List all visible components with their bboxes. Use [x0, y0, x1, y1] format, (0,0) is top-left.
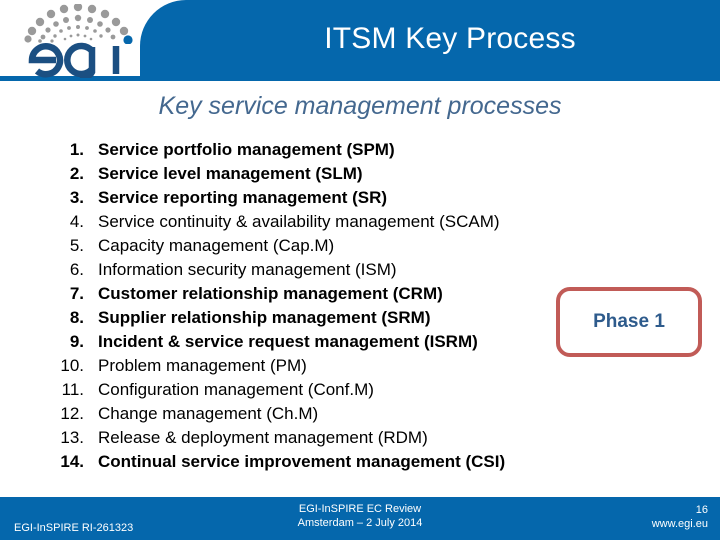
list-item-label: Release & deployment management (RDM) [98, 428, 428, 447]
list-item-number: 14. [60, 452, 84, 471]
list-item-label: Information security management (ISM) [98, 260, 397, 279]
list-item-number: 6. [69, 260, 84, 279]
list-item: 1. Service portfolio management (SPM) [38, 140, 658, 164]
footer-event-location-date: Amsterdam – 2 July 2014 [297, 517, 423, 529]
page-title: ITSM Key Process [324, 22, 576, 55]
footer-meta: 16 www.egi.eu [652, 503, 708, 531]
list-item-number: 2. [69, 164, 84, 183]
list-item-label: Service portfolio management (SPM) [98, 140, 395, 159]
list-item-number: 1. [69, 140, 84, 159]
footer-event-info: EGI-InSPIRE EC Review Amsterdam – 2 July… [0, 502, 720, 530]
list-item-number: 11. [61, 380, 84, 399]
list-item-label: Change management (Ch.M) [98, 404, 319, 423]
list-item-number: 7. [69, 284, 84, 303]
slide-number: 16 [695, 504, 708, 516]
slide-footer: EGI-InSPIRE RI-261323 EGI-InSPIRE EC Rev… [0, 497, 720, 540]
egi-logo [16, 4, 166, 78]
list-item-label: Service reporting management (SR) [98, 188, 388, 207]
slide-subtitle: Key service management processes [158, 92, 562, 120]
list-item: 4. Service continuity & availability mana… [38, 212, 658, 236]
list-item-number: 9. [69, 332, 84, 351]
list-item-label: Service continuity & availability manage… [98, 212, 500, 231]
list-item-label: Problem management (PM) [98, 356, 307, 375]
list-item-number: 4. [69, 212, 84, 231]
list-item-label: Configuration management (Conf.M) [98, 380, 374, 399]
list-item-label: Capacity management (Cap.M) [98, 236, 335, 255]
list-item-number: 10. [60, 356, 84, 375]
list-item-number: 12. [60, 404, 84, 423]
list-item: 5. Capacity management (Cap.M) [38, 236, 658, 260]
footer-event-name: EGI-InSPIRE EC Review [298, 503, 422, 515]
list-item: 14. Continual service improvement managem… [38, 452, 658, 476]
list-item-number: 8. [69, 308, 84, 327]
list-item-label: Service level management (SLM) [98, 164, 363, 183]
phase-1-badge-label: Phase 1 [593, 311, 665, 332]
list-item-number: 3. [69, 188, 84, 207]
egi-wordmark [28, 42, 120, 78]
egi-logo-dots-icon [24, 4, 133, 44]
list-item: 12. Change management (Ch.M) [38, 404, 658, 428]
list-item: 13. Release & deployment management (RDM) [38, 428, 658, 452]
footer-url[interactable]: www.egi.eu [652, 517, 708, 531]
list-item: 3. Service reporting management (SR) [38, 188, 658, 212]
list-item-label: Continual service improvement management… [98, 452, 506, 471]
list-item: 10. Problem management (PM) [38, 356, 658, 380]
list-item: 2. Service level management (SLM) [38, 164, 658, 188]
list-item-number: 13. [60, 428, 84, 447]
list-item: 11. Configuration management (Conf.M) [38, 380, 658, 404]
list-item: 6. Information security management (ISM) [38, 260, 658, 284]
phase-1-badge: Phase 1 [556, 287, 702, 357]
list-item-number: 5. [69, 236, 84, 255]
